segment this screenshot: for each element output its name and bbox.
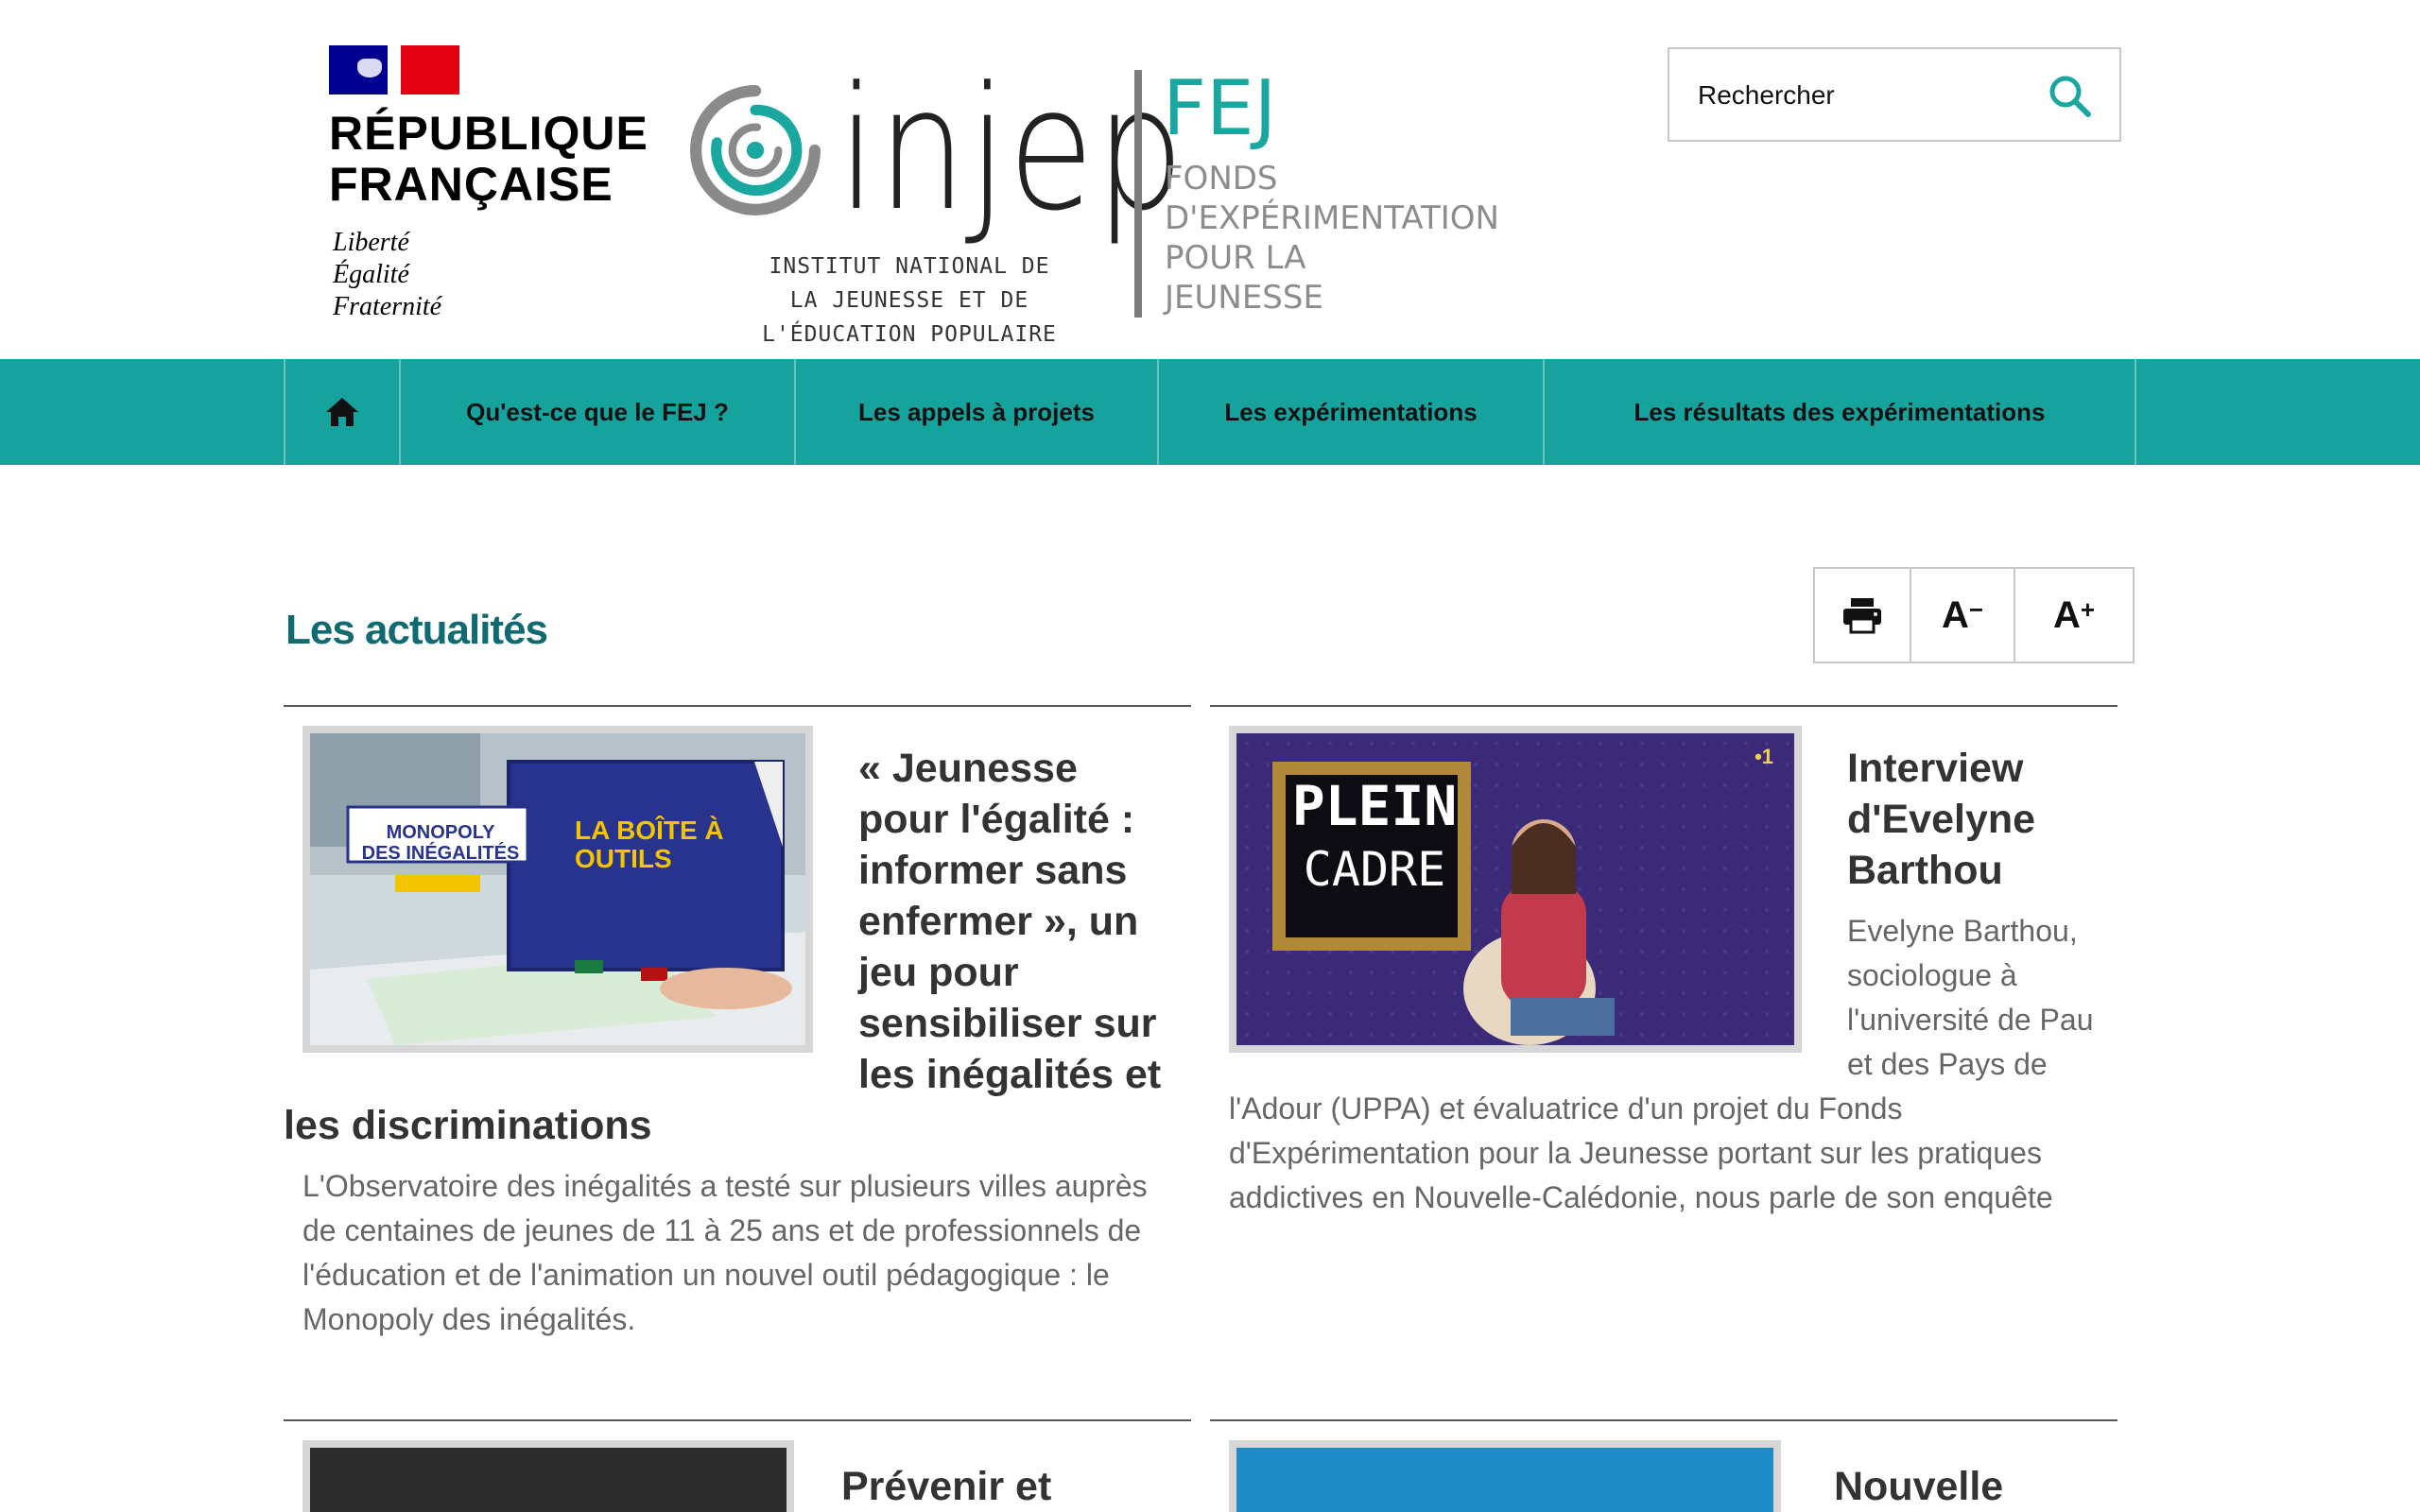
- news-card-summary: L'Observatoire des inégalités a testé su…: [302, 1169, 1148, 1336]
- injep-fej-logo[interactable]: injep INSTITUT NATIONAL DE LA JEUNESSE E…: [688, 60, 1501, 347]
- news-card-image[interactable]: [302, 1440, 794, 1512]
- nav-item-experimentations[interactable]: Les expérimentations: [1159, 359, 1545, 465]
- minus-icon: −: [1968, 594, 1984, 624]
- motto-line: Égalité: [333, 260, 409, 289]
- injep-swirl-icon: [690, 85, 821, 215]
- nav-item-appels[interactable]: Les appels à projets: [796, 359, 1159, 465]
- main-navigation: Qu'est-ce que le FEJ ? Les appels à proj…: [0, 359, 2420, 465]
- nav-item-resultats[interactable]: Les résultats des expérimentations: [1545, 359, 2136, 465]
- search-icon[interactable]: [2046, 72, 2095, 121]
- increase-font-button[interactable]: A +: [2015, 569, 2133, 662]
- news-card: Prévenir et: [284, 1419, 1191, 1512]
- motto-line: Liberté: [333, 228, 409, 257]
- image-frame-text: CADRE: [1303, 842, 1446, 897]
- news-card: Nouvelle: [1210, 1419, 2118, 1512]
- print-button[interactable]: [1815, 569, 1911, 662]
- news-card: MONOPOLY DES INÉGALITÉS LA BOÎTE À OUTIL…: [284, 705, 1191, 1423]
- news-card-title[interactable]: Nouvelle: [1834, 1461, 2003, 1512]
- increase-font-label: A: [2052, 593, 2081, 636]
- republic-name: RÉPUBLIQUE FRANÇAISE: [329, 107, 648, 211]
- channel-logo: •1: [1754, 745, 1773, 768]
- news-card-image[interactable]: MONOPOLY DES INÉGALITÉS LA BOÎTE À OUTIL…: [302, 726, 813, 1053]
- page-tools: A − A +: [1813, 567, 2135, 663]
- news-card-image[interactable]: [1229, 1440, 1781, 1512]
- image-box-title: LA BOÎTE À OUTILS: [575, 816, 724, 873]
- news-card-image[interactable]: PLEIN CADRE •1: [1229, 726, 1802, 1053]
- image-box-label: MONOPOLY DES INÉGALITÉS: [361, 822, 520, 864]
- plus-icon: +: [2080, 594, 2096, 624]
- nav-item-fej[interactable]: Qu'est-ce que le FEJ ?: [401, 359, 796, 465]
- republic-motto: Liberté Égalité Fraternité: [329, 227, 641, 323]
- decrease-font-label: A: [1941, 593, 1969, 636]
- nav-home[interactable]: [285, 359, 401, 465]
- search-box: [1668, 47, 2121, 142]
- page-title: Les actualités: [285, 607, 548, 653]
- site-header: RÉPUBLIQUE FRANÇAISE Liberté Égalité Fra…: [0, 0, 2420, 359]
- republique-francaise-logo[interactable]: RÉPUBLIQUE FRANÇAISE Liberté Égalité Fra…: [329, 45, 648, 329]
- monopoly-photo: [310, 733, 805, 1045]
- motto-line: Fraternité: [333, 292, 442, 321]
- news-card: PLEIN CADRE •1 Interview d'Evelyne Barth…: [1210, 705, 2118, 1423]
- decrease-font-button[interactable]: A −: [1911, 569, 2015, 662]
- home-icon: [326, 398, 358, 426]
- fej-subtitle: FONDS D'EXPÉRIMENTATION POUR LA JEUNESSE: [1165, 160, 1499, 317]
- image-frame-text: PLEIN: [1291, 774, 1458, 838]
- news-card-title[interactable]: Prévenir et: [841, 1461, 1051, 1512]
- search-input[interactable]: [1698, 74, 2038, 117]
- fej-title: FEJ: [1163, 64, 1277, 152]
- nav-bar: Qu'est-ce que le FEJ ? Les appels à proj…: [284, 359, 2136, 465]
- logo-separator: [1134, 70, 1142, 318]
- french-flag-icon: [329, 45, 459, 94]
- injep-subtitle: INSTITUT NATIONAL DE LA JEUNESSE ET DE L…: [762, 254, 1057, 347]
- print-icon: [1843, 598, 1881, 634]
